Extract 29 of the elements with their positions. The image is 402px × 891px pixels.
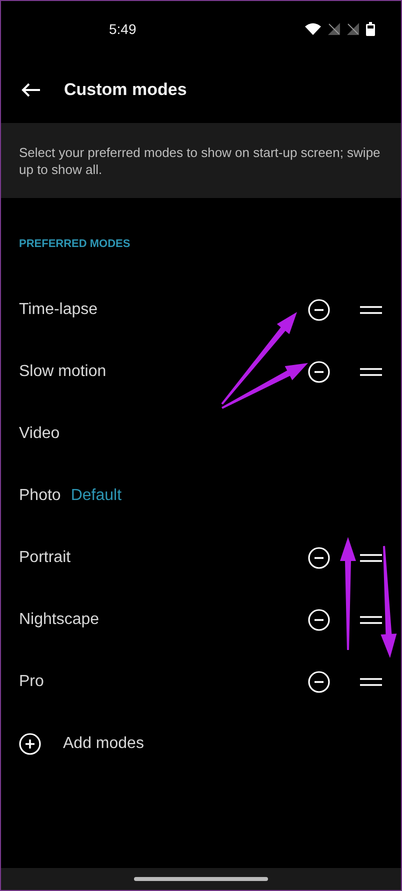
drag-handle-icon[interactable]: [360, 616, 382, 624]
mode-label: Time-lapse: [19, 301, 98, 319]
add-modes-button[interactable]: Add modes: [1, 713, 401, 775]
mode-label: Nightscape: [19, 611, 100, 629]
drag-handle-icon[interactable]: [360, 554, 382, 562]
back-arrow-icon[interactable]: [21, 83, 41, 97]
signal-icon: [328, 23, 340, 35]
signal-icon: [347, 23, 359, 35]
mode-label: Pro: [19, 673, 44, 691]
remove-icon[interactable]: [308, 671, 330, 693]
page-title: Custom modes: [64, 80, 187, 100]
wifi-icon: [305, 23, 321, 35]
remove-icon[interactable]: [308, 299, 330, 321]
mode-label: Slow motion: [19, 363, 106, 381]
section-heading: PREFERRED MODES: [18, 238, 132, 252]
remove-icon[interactable]: [308, 361, 330, 383]
mode-label: Photo: [19, 487, 61, 505]
drag-handle-icon[interactable]: [360, 306, 382, 314]
mode-label: Portrait: [19, 549, 71, 567]
default-tag: Default: [70, 487, 122, 505]
mode-label: Video: [19, 425, 60, 443]
drag-handle-icon[interactable]: [360, 678, 382, 686]
battery-icon: [366, 22, 375, 36]
remove-icon[interactable]: [308, 609, 330, 631]
info-banner: Select your preferred modes to show on start-up screen; swipe up to show all.: [1, 123, 401, 198]
remove-icon[interactable]: [308, 547, 330, 569]
status-time: 5:49: [109, 21, 136, 37]
add-icon: [19, 733, 41, 755]
drag-handle-icon[interactable]: [360, 368, 382, 376]
